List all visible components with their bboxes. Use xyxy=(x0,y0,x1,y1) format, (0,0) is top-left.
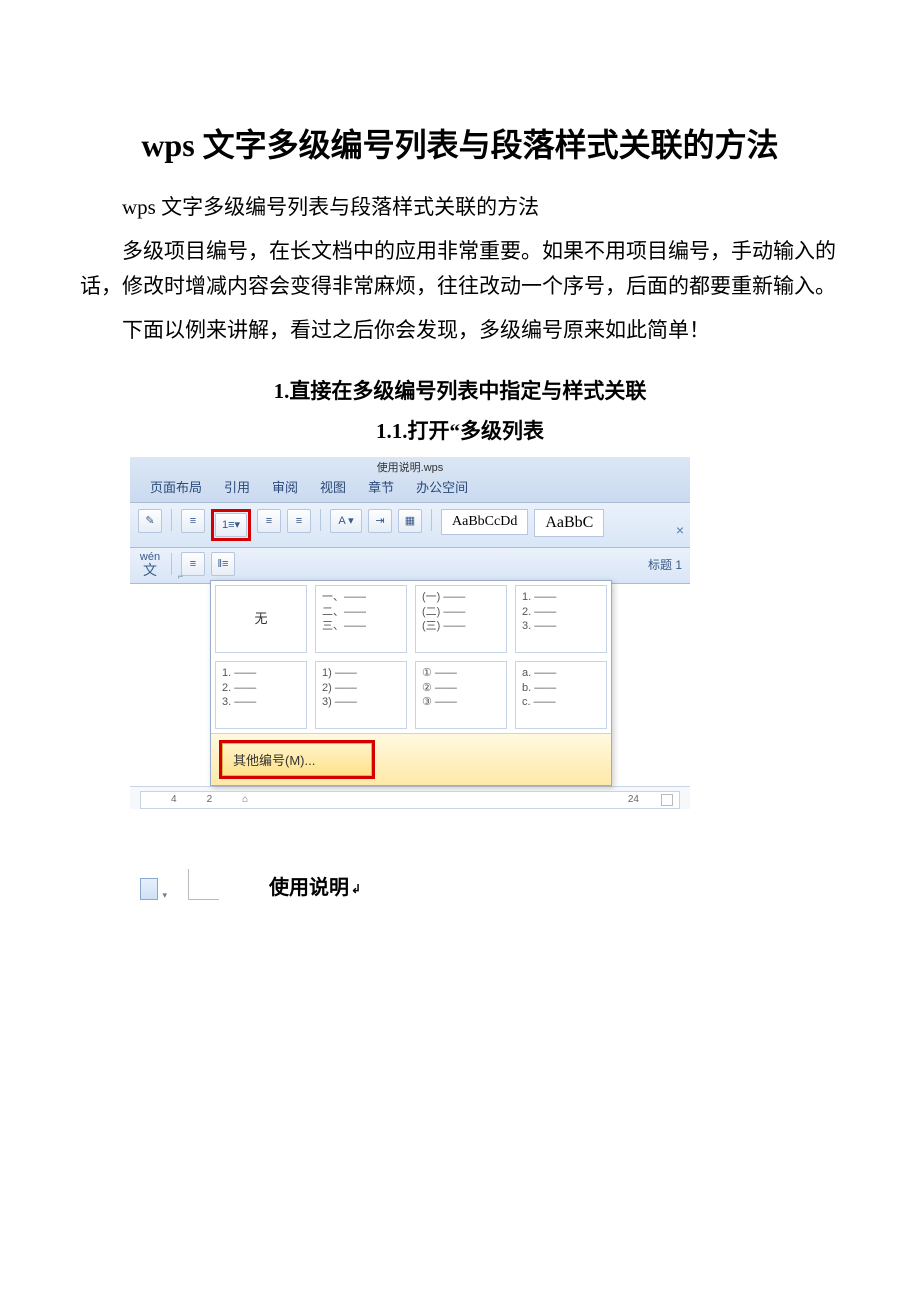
decrease-indent-icon[interactable]: ≡ xyxy=(257,509,281,533)
style-name-label: 标题 1 xyxy=(648,556,682,573)
separator xyxy=(320,509,321,531)
document-icon[interactable] xyxy=(140,878,158,900)
separator xyxy=(171,509,172,531)
tab-chapter[interactable]: 章节 xyxy=(368,477,394,496)
ribbon-toolbar: ✎ ≡ 1≡▾ ≡ ≡ A ▾ ⇥ ▦ AaBbCcDd AaBbC xyxy=(130,503,690,548)
document-title: wps 文字多级编号列表与段落样式关联的方法 xyxy=(80,120,840,166)
preset-cn-number[interactable]: 一、—— 二、—— 三、—— xyxy=(315,585,407,653)
preset-alpha[interactable]: a. —— b. —— c. —— xyxy=(515,661,607,729)
pinyin-guide-icon[interactable]: wén 文 xyxy=(138,552,162,577)
window-chrome: 使用说明.wps 页面布局 引用 审阅 视图 章节 办公空间 xyxy=(130,457,690,503)
preset-arabic-paren[interactable]: 1) —— 2) —— 3) —— xyxy=(315,661,407,729)
other-numbering-menuitem[interactable]: 其他编号(M)... xyxy=(222,743,372,776)
tab-review[interactable]: 审阅 xyxy=(272,477,298,496)
font-button[interactable]: A ▾ xyxy=(330,509,362,533)
preset-arabic-dot2[interactable]: 1. —— 2. —— 3. —— xyxy=(215,661,307,729)
style-preview-heading[interactable]: AaBbC xyxy=(534,509,604,537)
preset-none[interactable]: 无 xyxy=(215,585,307,653)
dialog-launcher-icon[interactable]: ⌐ xyxy=(178,571,183,581)
paragraph-icon[interactable]: ▦ xyxy=(398,509,422,533)
tab-icon[interactable]: ⇥ xyxy=(368,509,392,533)
embedded-screenshot: 使用说明.wps 页面布局 引用 审阅 视图 章节 办公空间 ✎ ≡ 1≡▾ ≡… xyxy=(130,457,690,809)
ruler-mark-right: 24 xyxy=(628,794,639,805)
ribbon-toolbar-row2: wén 文 ≡ ‖≡ ⌐ 标题 1 × xyxy=(130,548,690,584)
preset-circled[interactable]: ① —— ② —— ③ —— xyxy=(415,661,507,729)
horizontal-ruler[interactable]: 4 2 ⌂ 24 xyxy=(140,791,680,809)
tab-view[interactable]: 视图 xyxy=(320,477,346,496)
tab-office-space[interactable]: 办公空间 xyxy=(416,477,468,496)
highlight-other-numbering: 其他编号(M)... xyxy=(219,740,375,779)
align-button[interactable]: ≡ xyxy=(181,552,205,576)
paragraph-2: 下面以例来讲解，看过之后你会发现，多级编号原来如此简单！ xyxy=(80,313,840,349)
ruler-mark: 2 xyxy=(207,794,213,805)
style-preview-normal[interactable]: AaBbCcDd xyxy=(441,509,528,535)
highlight-multilevel-button: 1≡▾ xyxy=(211,509,251,541)
document-page: wps 文字多级编号列表与段落样式关联的方法 wps 文字多级编号列表与段落样式… xyxy=(0,0,920,940)
preset-arabic-dot[interactable]: 1. —— 2. —— 3. —— xyxy=(515,585,607,653)
window-titlebar: 使用说明.wps xyxy=(130,457,690,473)
separator xyxy=(171,553,172,575)
intro-line: wps 文字多级编号列表与段落样式关联的方法 xyxy=(80,190,840,226)
bullet-list-icon[interactable]: ≡ xyxy=(181,509,205,533)
paragraph-mark-icon: ↲ xyxy=(351,882,361,896)
ruler-home-icon: ⌂ xyxy=(242,794,248,805)
numbered-list-dropdown-button[interactable]: 1≡▾ xyxy=(215,513,247,537)
close-icon[interactable]: × xyxy=(676,522,684,538)
format-painter-icon[interactable]: ✎ xyxy=(138,509,162,533)
ruler-area: 4 2 ⌂ 24 xyxy=(130,786,690,809)
preset-cn-paren[interactable]: (一) —— (二) —— (三) —— xyxy=(415,585,507,653)
below-screenshot-row: 使用说明↲ xyxy=(140,869,840,900)
ribbon-tabs: 页面布局 引用 审阅 视图 章节 办公空间 xyxy=(130,473,690,502)
ruler-mark: 4 xyxy=(171,794,177,805)
increase-indent-icon[interactable]: ≡ xyxy=(287,509,311,533)
line-spacing-button[interactable]: ‖≡ xyxy=(211,552,235,576)
section-1-heading: 1.直接在多级编号列表中指定与样式关联 xyxy=(80,375,840,405)
section-1-1-heading: 1.1.打开“多级列表 xyxy=(80,415,840,445)
tab-page-layout[interactable]: 页面布局 xyxy=(150,477,202,496)
page-corner-mark xyxy=(188,869,219,900)
tab-reference[interactable]: 引用 xyxy=(224,477,250,496)
separator xyxy=(431,509,432,531)
paragraph-1: 多级项目编号，在长文档中的应用非常重要。如果不用项目编号，手动输入的话，修改时增… xyxy=(80,234,840,305)
numbering-preset-grid: 无 一、—— 二、—— 三、—— (一) —— (二) —— (三) —— 1.… xyxy=(211,581,611,734)
numbering-dropdown-panel: 无 一、—— 二、—— 三、—— (一) —— (二) —— (三) —— 1.… xyxy=(210,580,612,786)
usage-heading: 使用说明↲ xyxy=(269,871,361,900)
dropdown-footer-row: 其他编号(M)... xyxy=(211,734,611,785)
